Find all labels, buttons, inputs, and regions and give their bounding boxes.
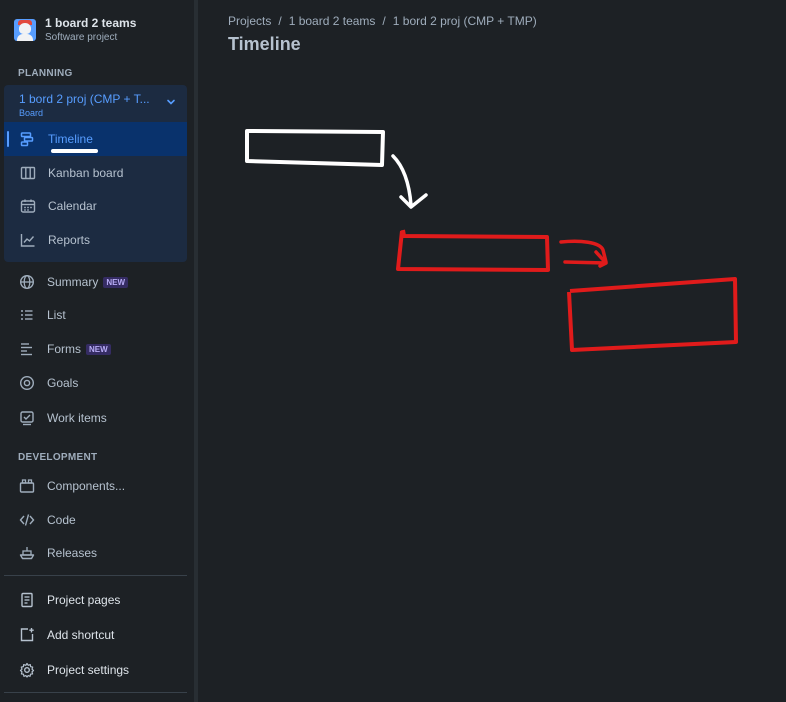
annotation-white-box bbox=[245, 129, 385, 167]
annotation-red-box-1 bbox=[396, 229, 550, 272]
annotation-overlay bbox=[245, 129, 738, 352]
annotation-red-box-2 bbox=[567, 277, 738, 352]
annotation-red-arrow bbox=[559, 239, 608, 268]
annotation-white-arrow bbox=[391, 154, 428, 209]
